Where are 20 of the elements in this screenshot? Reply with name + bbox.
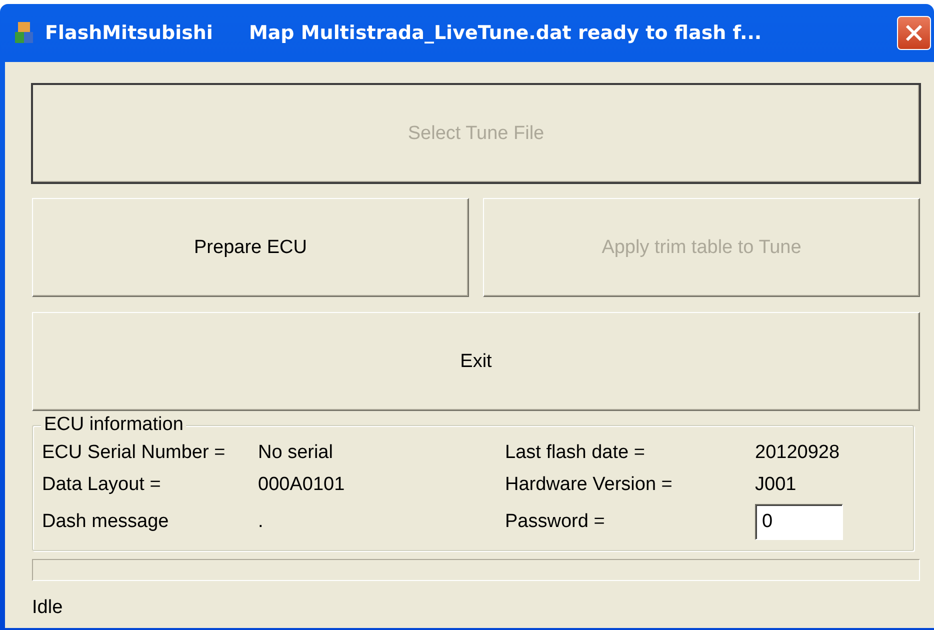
field-value: 20120928 [755, 441, 841, 465]
app-icon [13, 21, 35, 45]
field-value: . [258, 510, 264, 534]
window-message: Map Multistrada_LiveTune.dat ready to flash f... [248, 22, 763, 44]
field-label: Password = [505, 510, 606, 534]
field-label: Data Layout = [42, 473, 162, 497]
window-title: FlashMitsubishi [45, 22, 213, 44]
field-value: No serial [258, 441, 334, 465]
field-label: Hardware Version = [505, 473, 674, 497]
status-text: Idle [32, 597, 63, 619]
field-label: Last flash date = [505, 441, 646, 465]
close-button[interactable] [897, 16, 931, 50]
close-icon [904, 23, 924, 43]
field-label: ECU Serial Number = [42, 441, 226, 465]
field-label: Dash message [42, 510, 170, 534]
prepare-button[interactable]: Prepare ECU [32, 198, 469, 297]
password-field[interactable]: 0 [755, 504, 843, 540]
exit-button[interactable]: Exit [32, 312, 920, 411]
field-value: 000A0101 [258, 473, 346, 497]
field-value: J001 [755, 473, 798, 497]
